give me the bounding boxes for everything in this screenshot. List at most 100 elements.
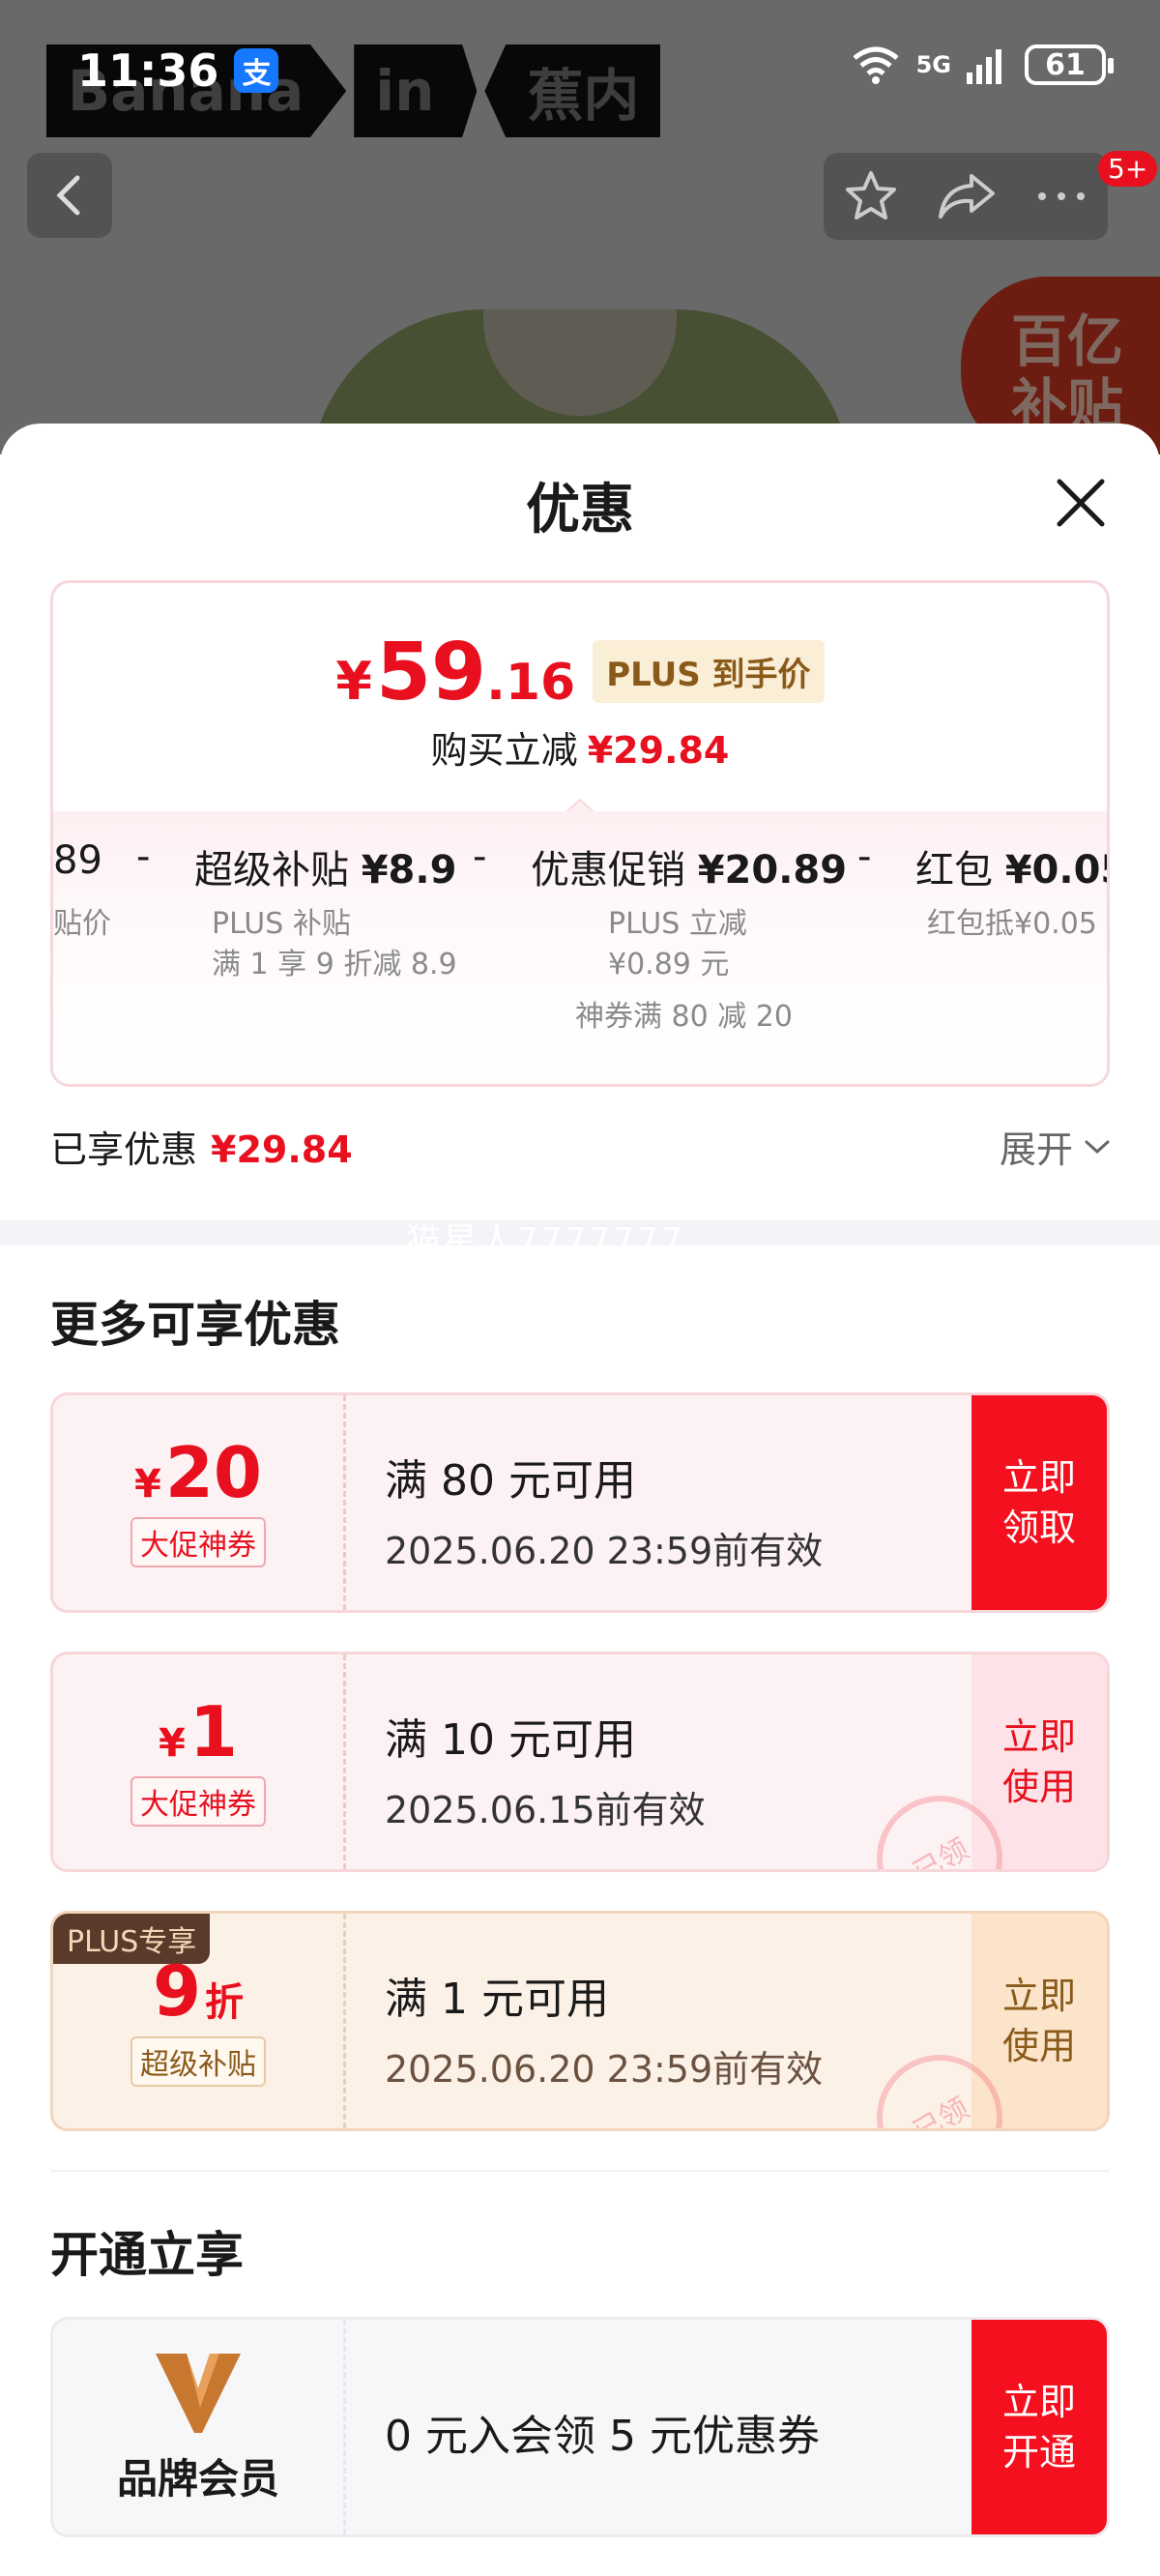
brand-logo-icon [156, 2353, 241, 2433]
coupon-symbol: ¥ [133, 1462, 161, 1507]
price-currency: ¥ [335, 651, 372, 712]
coupon-perforation [343, 1395, 346, 1610]
breakdown-note: 贴价 [53, 907, 111, 941]
coupon-amount: ¥ 20 [134, 1438, 262, 1508]
breakdown-minus: - [857, 834, 872, 879]
breakdown-note: PLUS 补贴 [212, 907, 351, 941]
breakdown-item-amount: ¥8.9 [361, 848, 457, 893]
card-perforation [343, 2320, 346, 2534]
close-icon[interactable] [1052, 474, 1110, 532]
coupon-amount: 9 折 [153, 1956, 244, 2027]
price-integer: 59 [376, 627, 487, 718]
status-time: 11:36 支 [77, 44, 279, 97]
button-line: 领取 [1001, 1507, 1076, 1549]
button-line: 立即 [1001, 1456, 1076, 1499]
enjoyed-discount-row: 已享优惠 ¥29.84 展开 [50, 1120, 1110, 1173]
join-membership-button[interactable]: 立即 开通 [972, 2320, 1107, 2534]
back-button[interactable] [27, 153, 112, 238]
breakdown-note: ¥0.89 元 [608, 948, 730, 981]
membership-details: 0 元入会领 5 元优惠券 [346, 2320, 972, 2534]
coupon-card: PLUS专享 9 折 超级补贴 满 1 元可用 2025.06.20 23:59… [50, 1911, 1110, 2131]
brand-member-badge: 品牌会员 [53, 2320, 343, 2534]
price-header: ¥ 59 .16 PLUS 到手价 购买立减 ¥29.84 [53, 583, 1107, 805]
coupon-type-tag: 超级补贴 [130, 2035, 266, 2087]
signal-icon [967, 49, 1001, 84]
plus-price-tag: PLUS 到手价 [593, 640, 825, 703]
coupon-number: 9 [152, 1949, 202, 2032]
battery-indicator: 61 [1025, 44, 1114, 85]
coupon-validity: 2025.06.20 23:59前有效 [385, 1530, 824, 1572]
coupon-type-tag: 大促神券 [130, 1517, 266, 1567]
claim-coupon-button[interactable]: 立即 领取 [972, 1395, 1107, 1610]
breakdown-minus: - [136, 834, 151, 879]
price-breakdown[interactable]: 89 - 超级补贴 ¥8.9 - 优惠促销 ¥20.89 - 红包 ¥0.05 … [53, 811, 1107, 1084]
coupon-condition: 满 10 元可用 [385, 1715, 636, 1765]
enjoyed-label: 已享优惠 [50, 1128, 198, 1171]
breakdown-partial-price: 89 [53, 838, 102, 883]
network-label: 5G [915, 51, 951, 78]
discount-sheet: 优惠 ¥ 59 .16 PLUS 到手价 购买立减 ¥29.84 89 - 超级… [0, 424, 1160, 2576]
breakdown-item-super-subsidy: 超级补贴 ¥8.9 [194, 838, 456, 894]
breakdown-minus: - [473, 834, 487, 879]
price-decimal: .16 [486, 654, 576, 712]
membership-offer: 0 元入会领 5 元优惠券 [385, 2412, 820, 2461]
button-line: 立即 [1001, 1975, 1076, 2017]
coupon-perforation [343, 1914, 346, 2128]
more-offers-title: 更多可享优惠 [50, 1297, 340, 1353]
breakdown-item-amount: ¥20.89 [697, 848, 848, 893]
status-icons: 5G 61 [851, 44, 1114, 85]
expand-label: 展开 [999, 1128, 1073, 1171]
enjoyed-amount: ¥29.84 [211, 1128, 353, 1171]
watermark: 猫星人7777777 [406, 1221, 685, 1261]
coupon-symbol: ¥ [159, 1721, 186, 1766]
breakdown-item-name: 优惠促销 [531, 848, 685, 893]
more-icon[interactable] [1034, 187, 1088, 206]
membership-card: 品牌会员 0 元入会领 5 元优惠券 立即 开通 [50, 2317, 1110, 2537]
breakdown-item-red-packet: 红包 ¥0.05 [915, 838, 1107, 894]
coupon-validity: 2025.06.15前有效 [385, 1789, 706, 1831]
coupon-card: ¥ 20 大促神券 满 80 元可用 2025.06.20 23:59前有效 立… [50, 1392, 1110, 1613]
status-bar: 11:36 支 5G 61 [0, 0, 1160, 145]
notification-badge: 5+ [1098, 151, 1158, 187]
coupon-card: ¥ 1 大促神券 满 10 元可用 2025.06.15前有效 已领 立即 使用 [50, 1652, 1110, 1872]
share-icon[interactable] [937, 170, 997, 222]
coupon-number: 20 [164, 1432, 263, 1513]
coupon-perforation [343, 1654, 346, 1869]
coupon-details: 满 1 元可用 2025.06.20 23:59前有效 [346, 1914, 972, 2128]
coupon-details: 满 10 元可用 2025.06.15前有效 [346, 1654, 972, 1869]
coupon-amount: ¥ 1 [159, 1697, 238, 1767]
divider-line [50, 2170, 1110, 2172]
brand-member-label: 品牌会员 [116, 2454, 279, 2503]
breakdown-item-amount: ¥0.05 [1004, 848, 1107, 893]
breakdown-note: 神券满 80 减 20 [575, 1000, 793, 1034]
chevron-down-icon [1085, 1140, 1110, 1154]
coupon-value: 9 折 超级补贴 [53, 1914, 343, 2128]
open-membership-title: 开通立享 [50, 2227, 244, 2283]
button-line: 使用 [1001, 1766, 1076, 1808]
alipay-icon: 支 [234, 48, 279, 93]
breakdown-note: PLUS 立减 [608, 907, 747, 941]
final-price-row: ¥ 59 .16 PLUS 到手价 [53, 633, 1107, 713]
coupon-condition: 满 1 元可用 [385, 1975, 609, 2024]
coupon-unit: 折 [205, 1979, 245, 2025]
button-line: 立即 [1001, 1715, 1076, 1758]
sheet-title: 优惠 [526, 479, 634, 542]
breakdown-note: 满 1 享 9 折减 8.9 [212, 948, 457, 981]
expand-button[interactable]: 展开 [1000, 1120, 1110, 1173]
coupon-details: 满 80 元可用 2025.06.20 23:59前有效 [346, 1395, 972, 1610]
instant-discount: 购买立减 ¥29.84 [53, 720, 1107, 774]
coupon-value: ¥ 20 大促神券 [53, 1395, 343, 1610]
button-line: 使用 [1001, 2025, 1076, 2067]
breakdown-item-name: 超级补贴 [194, 848, 349, 893]
final-price: ¥ 59 .16 [335, 633, 575, 713]
star-icon[interactable] [843, 168, 899, 224]
price-summary-card: ¥ 59 .16 PLUS 到手价 购买立减 ¥29.84 89 - 超级补贴 ¥… [50, 580, 1110, 1087]
top-action-bar [824, 153, 1108, 240]
coupon-type-tag: 大促神券 [130, 1776, 266, 1827]
coupon-value: ¥ 1 大促神券 [53, 1654, 343, 1869]
breakdown-note: 红包抵¥0.05 [927, 907, 1097, 941]
coupon-validity: 2025.06.20 23:59前有效 [385, 2048, 824, 2091]
button-line: 立即 [1001, 2381, 1076, 2423]
enjoyed-discount: 已享优惠 ¥29.84 [50, 1120, 353, 1173]
discount-amount: ¥29.84 [587, 729, 730, 772]
